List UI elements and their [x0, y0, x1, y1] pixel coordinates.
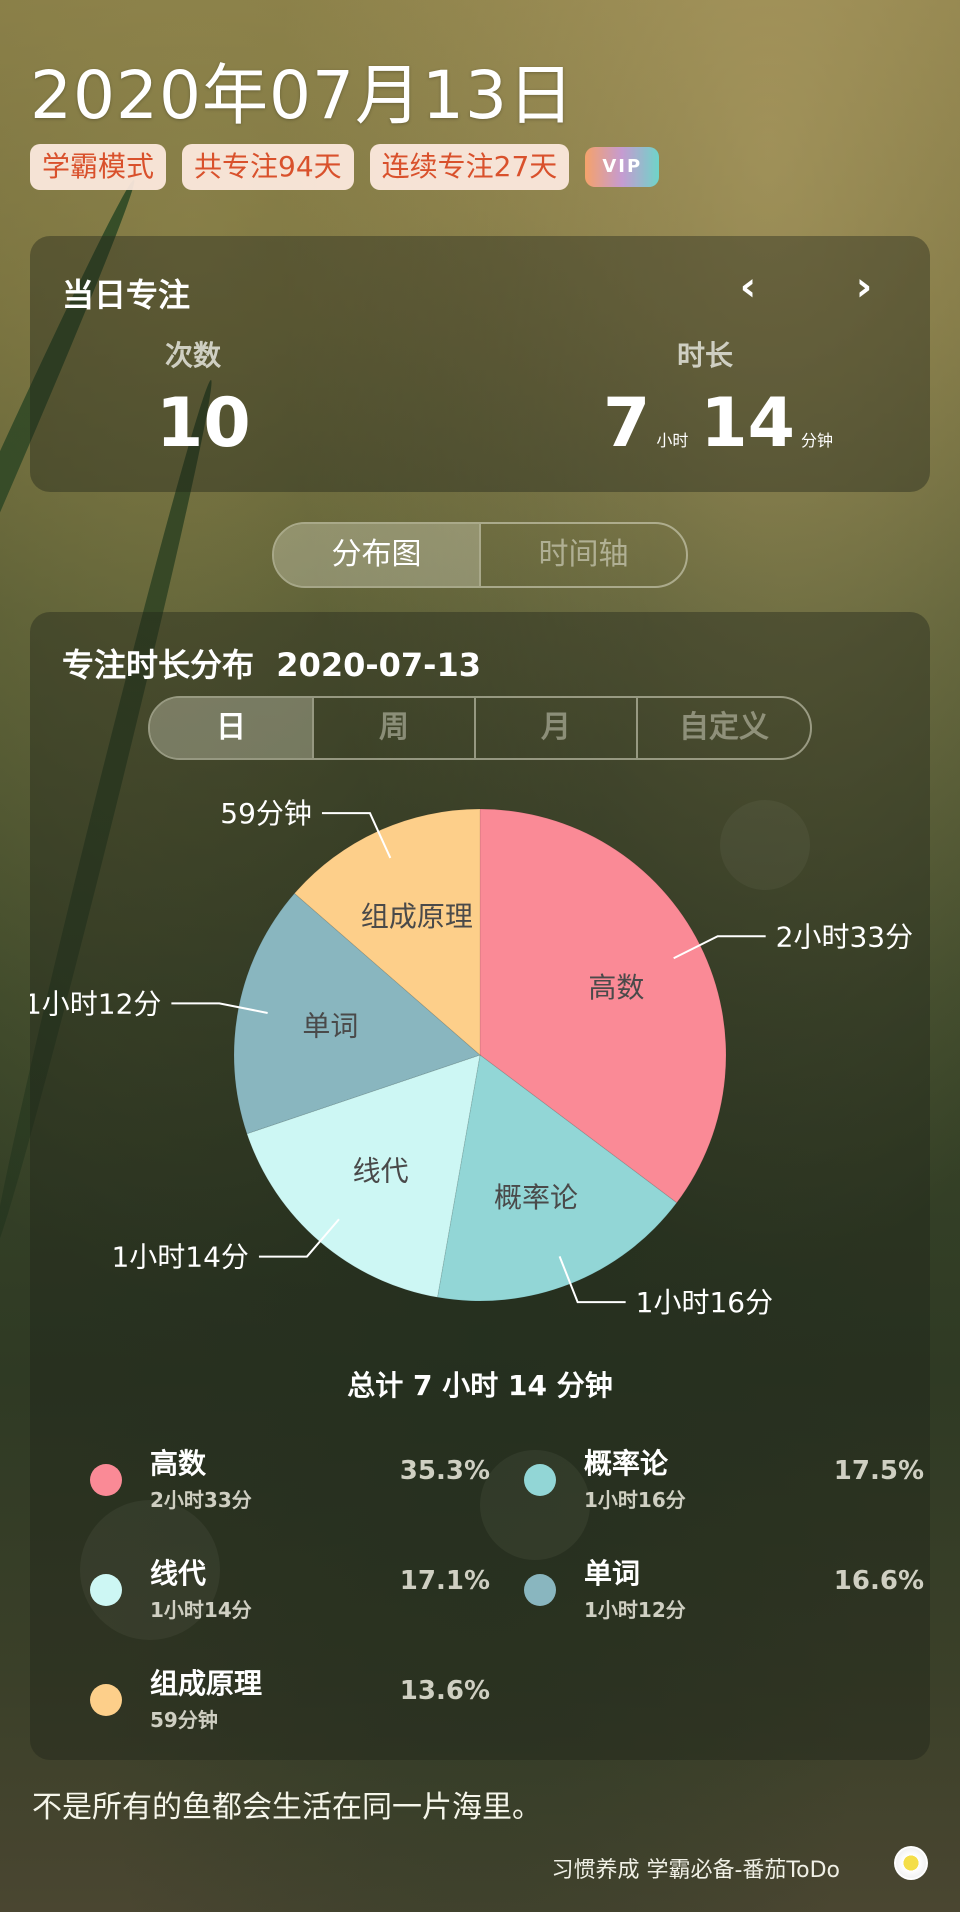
pie-value-label: 1小时12分: [30, 987, 161, 1020]
legend-item[interactable]: 概率论 1小时16分 17.5%: [524, 1442, 924, 1522]
app-logo-icon: [894, 1846, 928, 1880]
hours-value: 7: [603, 384, 651, 463]
legend-time: 2小时33分: [150, 1488, 252, 1512]
chevron-left-icon[interactable]: ‹: [724, 264, 772, 312]
legend-time: 1小时16分: [584, 1488, 686, 1512]
chevron-right-icon[interactable]: ›: [840, 264, 888, 312]
legend-dot: [524, 1464, 556, 1496]
duration-label: 时长: [677, 339, 734, 372]
legend-name: 线代: [150, 1557, 207, 1590]
legend-time: 1小时12分: [584, 1598, 686, 1622]
legend-percent: 17.5%: [833, 1456, 924, 1486]
legend-percent: 17.1%: [399, 1566, 490, 1596]
legend-percent: 13.6%: [399, 1676, 490, 1706]
duration-value: 7 小时 14 分钟: [603, 384, 845, 463]
daily-focus-card: 当日专注 ‹ › 次数 时长 10 7 小时 14 分钟: [30, 236, 930, 492]
total-days-tag[interactable]: 共专注94天: [182, 144, 354, 190]
pie-value-label: 1小时16分: [636, 1286, 773, 1319]
tab-timeline[interactable]: 时间轴: [479, 524, 686, 586]
legend-item[interactable]: 高数 2小时33分 35.3%: [90, 1442, 490, 1522]
pie-slice-label: 高数: [588, 971, 644, 1004]
mode-tag[interactable]: 学霸模式: [30, 144, 167, 190]
minutes-unit: 分钟: [800, 431, 833, 450]
tab-distribution[interactable]: 分布图: [274, 524, 479, 586]
legend-name: 组成原理: [150, 1667, 263, 1700]
total-time: 总计 7 小时 14 分钟: [347, 1369, 613, 1402]
pie-slice-label: 概率论: [494, 1181, 578, 1214]
hours-unit: 小时: [656, 431, 689, 450]
distribution-card: 专注时长分布 2020-07-13 日 周 月 自定义 高数 2小时33分 概率论 1…: [30, 612, 930, 1760]
daily-quote: 不是所有的鱼都会生活在同一片海里。: [32, 1790, 542, 1825]
legend-item[interactable]: 组成原理 59分钟 13.6%: [90, 1662, 490, 1742]
pie-value-label: 2小时33分: [776, 920, 913, 953]
streak-tag[interactable]: 连续专注27天: [369, 144, 570, 190]
legend-dot: [90, 1464, 122, 1496]
legend-dot: [90, 1684, 122, 1716]
pie-slice-label: 线代: [353, 1155, 409, 1188]
pie-slice-label: 组成原理: [361, 900, 473, 933]
pie-slice-label: 单词: [302, 1009, 358, 1042]
legend-name: 高数: [150, 1447, 207, 1480]
app-slogan: 习惯养成 学霸必备-番茄ToDo: [551, 1858, 841, 1883]
page-date: 2020年07月13日: [30, 57, 575, 134]
pie-value-label: 1小时14分: [111, 1241, 248, 1274]
view-tabs: 分布图 时间轴: [272, 522, 688, 588]
focus-pie-chart: 高数 2小时33分概率论 1小时16分 线代 1小时14分 单词 1小时12分 组成原理 59分…: [30, 797, 913, 1319]
legend-time: 1小时14分: [150, 1598, 252, 1622]
status-tags: 学霸模式 共专注94天 连续专注27天 VIP: [30, 144, 660, 190]
count-value: 10: [156, 384, 251, 463]
legend-name: 概率论: [584, 1447, 669, 1480]
legend-dot: [524, 1574, 556, 1606]
vip-badge[interactable]: VIP: [585, 147, 660, 187]
legend-percent: 16.6%: [833, 1566, 924, 1596]
pie-value-label: 59分钟: [220, 797, 312, 830]
legend-dot: [90, 1574, 122, 1606]
daily-focus-title: 当日专注: [62, 276, 191, 314]
legend-name: 单词: [584, 1557, 641, 1590]
legend-item[interactable]: 单词 1小时12分 16.6%: [524, 1552, 924, 1632]
count-label: 次数: [165, 339, 222, 372]
minutes-value: 14: [700, 384, 795, 463]
legend-time: 59分钟: [150, 1708, 218, 1732]
legend-percent: 35.3%: [399, 1456, 490, 1486]
legend-item[interactable]: 线代 1小时14分 17.1%: [90, 1552, 490, 1632]
